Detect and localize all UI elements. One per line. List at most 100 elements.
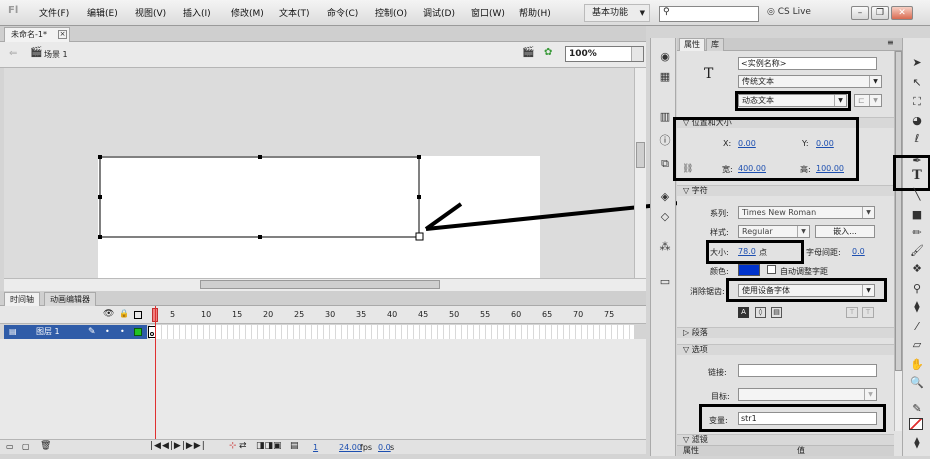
show-border-icon[interactable]: ▤ bbox=[771, 307, 782, 318]
rectangle-tool-icon[interactable]: ■ bbox=[909, 206, 925, 222]
back-arrow-icon[interactable]: ⇐ bbox=[9, 48, 17, 59]
color-panel-icon[interactable]: ◉ bbox=[657, 48, 673, 64]
output-panel-icon[interactable]: ▭ bbox=[657, 273, 673, 289]
text-direction-select[interactable]: ⊏ ▼ bbox=[854, 94, 882, 107]
target-select[interactable]: ▼ bbox=[738, 388, 877, 401]
deco-tool-icon[interactable]: ❖ bbox=[909, 260, 925, 276]
frame-track[interactable] bbox=[150, 325, 634, 339]
paint-bucket-tool-icon[interactable]: ⧫ bbox=[909, 298, 925, 314]
embed-button[interactable]: 嵌入... bbox=[815, 225, 875, 238]
new-folder-icon[interactable]: ▢ bbox=[22, 442, 30, 451]
x-value[interactable]: 0.00 bbox=[738, 139, 756, 148]
menu-insert[interactable]: 插入(I) bbox=[183, 6, 211, 19]
menu-view[interactable]: 视图(V) bbox=[135, 6, 166, 19]
width-value[interactable]: 400.00 bbox=[738, 164, 766, 173]
info-panel-icon[interactable]: ⓘ bbox=[657, 132, 673, 148]
link-input[interactable] bbox=[738, 364, 877, 377]
swatches-panel-icon[interactable]: ▦ bbox=[657, 68, 673, 84]
menu-edit[interactable]: 编辑(E) bbox=[87, 6, 118, 19]
menu-text[interactable]: 文本(T) bbox=[279, 6, 310, 19]
close-tab-icon[interactable]: × bbox=[58, 30, 67, 39]
new-layer-icon[interactable]: ▭ bbox=[6, 442, 14, 451]
library-panel-icon[interactable]: ◇ bbox=[657, 208, 673, 224]
tab-timeline[interactable]: 时间轴 bbox=[4, 292, 40, 306]
scene-breadcrumb[interactable]: 场景 1 bbox=[44, 49, 68, 60]
visibility-dot[interactable]: • bbox=[105, 325, 110, 339]
lock-icon[interactable]: 🔒 bbox=[119, 309, 129, 318]
fill-bucket-icon[interactable]: ⧫ bbox=[909, 434, 925, 450]
text-engine-select[interactable]: 传统文本 ▼ bbox=[738, 75, 882, 88]
3d-rotation-tool-icon[interactable]: ◕ bbox=[909, 112, 925, 128]
zoom-tool-icon[interactable]: 🔍 bbox=[909, 374, 925, 390]
layer-row[interactable]: ▤ 图层 1 ✎ • • bbox=[4, 325, 147, 339]
playback-controls[interactable]: |◀◀|▶|▶▶| bbox=[150, 441, 206, 451]
properties-scrollbar[interactable] bbox=[894, 51, 902, 431]
font-style-select[interactable]: Regular ▼ bbox=[738, 225, 810, 238]
eyedropper-tool-icon[interactable]: ⁄ bbox=[909, 318, 925, 334]
size-value[interactable]: 78.0 bbox=[738, 247, 756, 256]
line-tool-icon[interactable]: ╲ bbox=[909, 186, 925, 202]
cs-live-button[interactable]: ◎ CS Live bbox=[767, 7, 811, 17]
text-tool-button-icon[interactable]: T bbox=[909, 167, 925, 183]
lasso-tool-icon[interactable]: ℓ bbox=[909, 130, 925, 146]
fill-color-swatch[interactable] bbox=[909, 418, 923, 430]
align-panel-icon[interactable]: ▥ bbox=[657, 108, 673, 124]
menu-control[interactable]: 控制(O) bbox=[375, 6, 407, 19]
outline-square-icon[interactable] bbox=[134, 311, 142, 319]
tab-library[interactable]: 库 bbox=[706, 38, 724, 51]
center-frame-icon[interactable]: ⊹ bbox=[229, 441, 237, 451]
restore-button[interactable]: ❐ bbox=[871, 6, 889, 20]
stage[interactable] bbox=[98, 156, 540, 278]
layer-color-square[interactable] bbox=[134, 328, 142, 336]
help-search-input[interactable]: ⚲ bbox=[659, 6, 759, 22]
document-tab[interactable]: 未命名-1* × bbox=[4, 27, 70, 42]
text-color-swatch[interactable] bbox=[738, 264, 760, 276]
menu-debug[interactable]: 调试(D) bbox=[423, 6, 455, 19]
free-transform-tool-icon[interactable]: ⛶ bbox=[909, 94, 925, 110]
stage-horizontal-scrollbar[interactable] bbox=[4, 278, 646, 291]
stage-vertical-scrollbar[interactable] bbox=[634, 68, 646, 278]
tab-properties[interactable]: 属性 bbox=[679, 38, 705, 51]
current-frame[interactable]: 1 bbox=[313, 443, 318, 452]
section-options[interactable]: ▽ 选项 bbox=[677, 344, 894, 355]
stage-vscroll-thumb[interactable] bbox=[636, 142, 645, 168]
menu-file[interactable]: 文件(F) bbox=[39, 6, 69, 19]
zoom-select[interactable]: 100% bbox=[565, 46, 644, 62]
menu-modify[interactable]: 修改(M) bbox=[231, 6, 264, 19]
subscript-icon[interactable]: T bbox=[862, 307, 874, 318]
antialias-select[interactable]: 使用设备字体 ▼ bbox=[738, 284, 875, 297]
selection-tool-icon[interactable]: ➤ bbox=[909, 54, 925, 70]
section-paragraph[interactable]: ▷ 段落 bbox=[677, 327, 894, 338]
pencil-tool-icon[interactable]: ✏ bbox=[909, 224, 925, 240]
stroke-color-icon[interactable]: ✎ bbox=[909, 400, 925, 416]
variable-input[interactable]: str1 bbox=[738, 412, 877, 425]
edit-markers-icon[interactable]: ▤ bbox=[290, 441, 299, 451]
menu-help[interactable]: 帮助(H) bbox=[519, 6, 551, 19]
workspace-switcher[interactable]: 基本功能 ▼ bbox=[584, 4, 650, 22]
delete-layer-icon[interactable]: 🗑 bbox=[40, 441, 51, 451]
selectable-text-icon[interactable]: A bbox=[738, 307, 749, 318]
edit-symbols-icon[interactable]: ✿ bbox=[544, 47, 552, 58]
brush-tool-icon[interactable]: 🖌 bbox=[909, 242, 925, 258]
section-filters[interactable]: ▽ 滤镜 bbox=[677, 434, 894, 445]
stage-hscroll-thumb[interactable] bbox=[200, 280, 440, 289]
superscript-icon[interactable]: T bbox=[846, 307, 858, 318]
onion-skin-icon[interactable]: ◨◨▣ bbox=[256, 441, 282, 451]
frame-ruler[interactable]: 5 10 15 20 25 30 35 40 45 50 55 60 65 70… bbox=[150, 306, 634, 324]
height-value[interactable]: 100.00 bbox=[816, 164, 844, 173]
menu-commands[interactable]: 命令(C) bbox=[327, 6, 358, 19]
tab-motion-editor[interactable]: 动画编辑器 bbox=[44, 292, 96, 306]
render-html-icon[interactable]: ◊ bbox=[755, 307, 766, 318]
edit-scene-icon[interactable]: 🎬 bbox=[522, 47, 534, 58]
letter-spacing-value[interactable]: 0.0 bbox=[852, 247, 865, 256]
subselection-tool-icon[interactable]: ↖ bbox=[909, 74, 925, 90]
properties-scroll-thumb[interactable] bbox=[895, 51, 902, 371]
y-value[interactable]: 0.00 bbox=[816, 139, 834, 148]
loop-icon[interactable]: ⇄ bbox=[239, 441, 247, 451]
components-panel-icon[interactable]: ◈ bbox=[657, 188, 673, 204]
minimize-button[interactable]: – bbox=[851, 6, 869, 20]
frame-rate[interactable]: 24.00 bbox=[339, 443, 362, 452]
instance-name-input[interactable]: <实例名称> bbox=[738, 57, 877, 70]
bone-tool-icon[interactable]: ⚲ bbox=[909, 280, 925, 296]
close-window-button[interactable]: ✕ bbox=[891, 6, 913, 20]
